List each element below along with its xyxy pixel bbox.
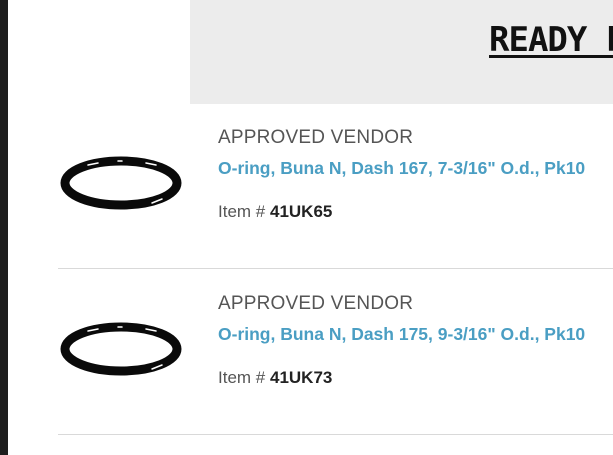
left-edge-border: [0, 0, 8, 455]
page: READY F APPROVED VENDOR O-ring, Buna N, …: [0, 0, 613, 455]
item-number: 41UK73: [269, 368, 333, 387]
item-number-line: Item # 41UK73: [218, 368, 332, 388]
banner-title[interactable]: READY F: [489, 20, 613, 60]
row-divider: [58, 434, 613, 435]
vendor-label: APPROVED VENDOR: [218, 293, 414, 314]
o-ring-icon[interactable]: [58, 319, 184, 379]
product-title-link[interactable]: O-ring, Buna N, Dash 167, 7-3/16" O.d., …: [218, 158, 585, 179]
promo-banner: READY F: [190, 0, 613, 104]
product-row: APPROVED VENDOR O-ring, Buna N, Dash 167…: [58, 103, 613, 269]
item-number-line: Item # 41UK65: [218, 202, 332, 222]
o-ring-icon[interactable]: [58, 153, 184, 213]
item-number-prefix: Item #: [218, 368, 266, 387]
vendor-label: APPROVED VENDOR: [218, 127, 414, 148]
product-row: APPROVED VENDOR O-ring, Buna N, Dash 175…: [58, 269, 613, 435]
item-number-prefix: Item #: [218, 202, 266, 221]
product-title-link[interactable]: O-ring, Buna N, Dash 175, 9-3/16" O.d., …: [218, 324, 585, 345]
item-number: 41UK65: [269, 202, 333, 221]
